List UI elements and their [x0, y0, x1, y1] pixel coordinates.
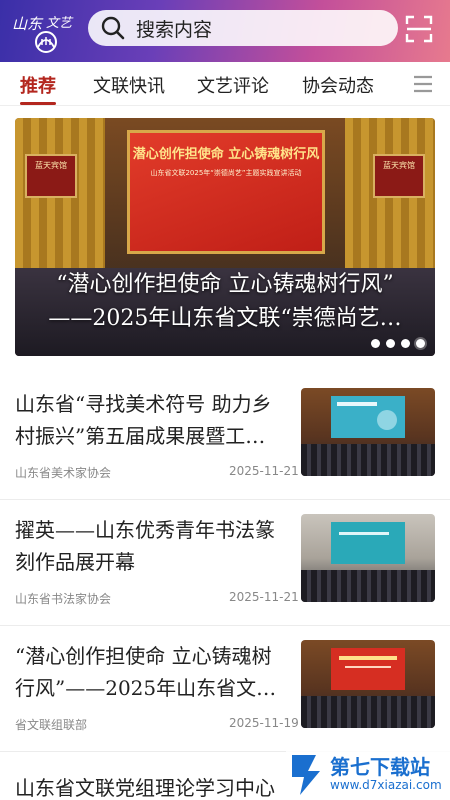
carousel-dot[interactable]: [371, 339, 380, 348]
logo-text: 山东: [12, 15, 44, 33]
watermark-url: www.d7xiazai.com: [330, 778, 442, 792]
banner-title-line2: ——2025年山东省文联“崇德尚艺…: [48, 306, 402, 331]
curtain-left: [15, 118, 105, 288]
news-date: 2025-11-19: [229, 716, 299, 730]
carousel-dot[interactable]: [401, 339, 410, 348]
tab-recommend[interactable]: 推荐: [20, 72, 56, 98]
news-item[interactable]: “潜心创作担使命 立心铸魂树行风”——2025年山东省文… 省文联组联部 202…: [0, 626, 450, 752]
curtain-right: [345, 118, 435, 288]
tab-art-review[interactable]: 文艺评论: [197, 72, 269, 98]
news-date: 2025-11-21: [229, 590, 299, 604]
scan-icon[interactable]: [404, 14, 434, 44]
banner-carousel[interactable]: 蓝天宾馆 蓝天宾馆 潜心创作担使命 立心铸魂树行风 山东省文联2025年“崇德尚…: [15, 118, 435, 356]
news-item[interactable]: 擢英——山东优秀青年书法篆刻作品展开幕 山东省书法家协会 2025-11-21: [0, 500, 450, 626]
search-icon: [101, 16, 125, 40]
banner-title-line1: “潜心创作担使命 立心铸魂树行风”: [56, 272, 394, 297]
hotel-sign-right: 蓝天宾馆: [373, 154, 425, 198]
search-placeholder: 搜索内容: [136, 18, 213, 41]
news-title-partial[interactable]: 山东省文联党组理论学习中心: [15, 772, 275, 800]
news-title[interactable]: 擢英——山东优秀青年书法篆刻作品展开幕: [15, 514, 290, 578]
news-date: 2025-11-21: [229, 464, 299, 478]
news-source: 山东省书法家协会: [15, 592, 112, 606]
news-item[interactable]: 山东省“寻找美术符号 助力乡村振兴”第五届成果展暨工… 山东省美术家协会 202…: [0, 374, 450, 500]
news-title[interactable]: 山东省“寻找美术符号 助力乡村振兴”第五届成果展暨工…: [15, 388, 290, 452]
news-thumbnail[interactable]: [301, 640, 435, 728]
banner-title: “潜心创作担使命 立心铸魂树行风” ——2025年山东省文联“崇德尚艺…: [15, 268, 435, 336]
hotel-sign-left: 蓝天宾馆: [25, 154, 77, 198]
menu-icon[interactable]: [413, 74, 433, 94]
app-logo[interactable]: 山东 文艺: [10, 9, 80, 55]
screen-subline: 山东省文联2025年“崇德尚艺”主题实践宣讲活动: [150, 169, 302, 177]
news-title[interactable]: “潜心创作担使命 立心铸魂树行风”——2025年山东省文…: [15, 640, 290, 704]
carousel-dots: [371, 339, 425, 348]
news-thumbnail[interactable]: [301, 514, 435, 602]
app-header: 山东 文艺 搜索内容: [0, 0, 450, 62]
carousel-dot[interactable]: [386, 339, 395, 348]
screen-headline: 潜心创作担使命 立心铸魂树行风: [132, 147, 320, 162]
tab-news-flash[interactable]: 文联快讯: [93, 72, 165, 98]
search-bar[interactable]: 搜索内容: [88, 10, 398, 46]
stage-screen: 潜心创作担使命 立心铸魂树行风 山东省文联2025年“崇德尚艺”主题实践宣讲活动: [127, 130, 325, 254]
svg-text:文艺: 文艺: [46, 15, 74, 31]
category-tabs: 推荐 文联快讯 文艺评论 协会动态: [0, 62, 450, 106]
news-source: 山东省美术家协会: [15, 466, 112, 480]
watermark-text: 第七下载站: [330, 755, 430, 779]
active-tab-indicator: [20, 102, 56, 105]
tab-association-news[interactable]: 协会动态: [302, 72, 374, 98]
news-thumbnail[interactable]: [301, 388, 435, 476]
news-source: 省文联组联部: [15, 718, 88, 732]
carousel-dot-active[interactable]: [416, 339, 425, 348]
